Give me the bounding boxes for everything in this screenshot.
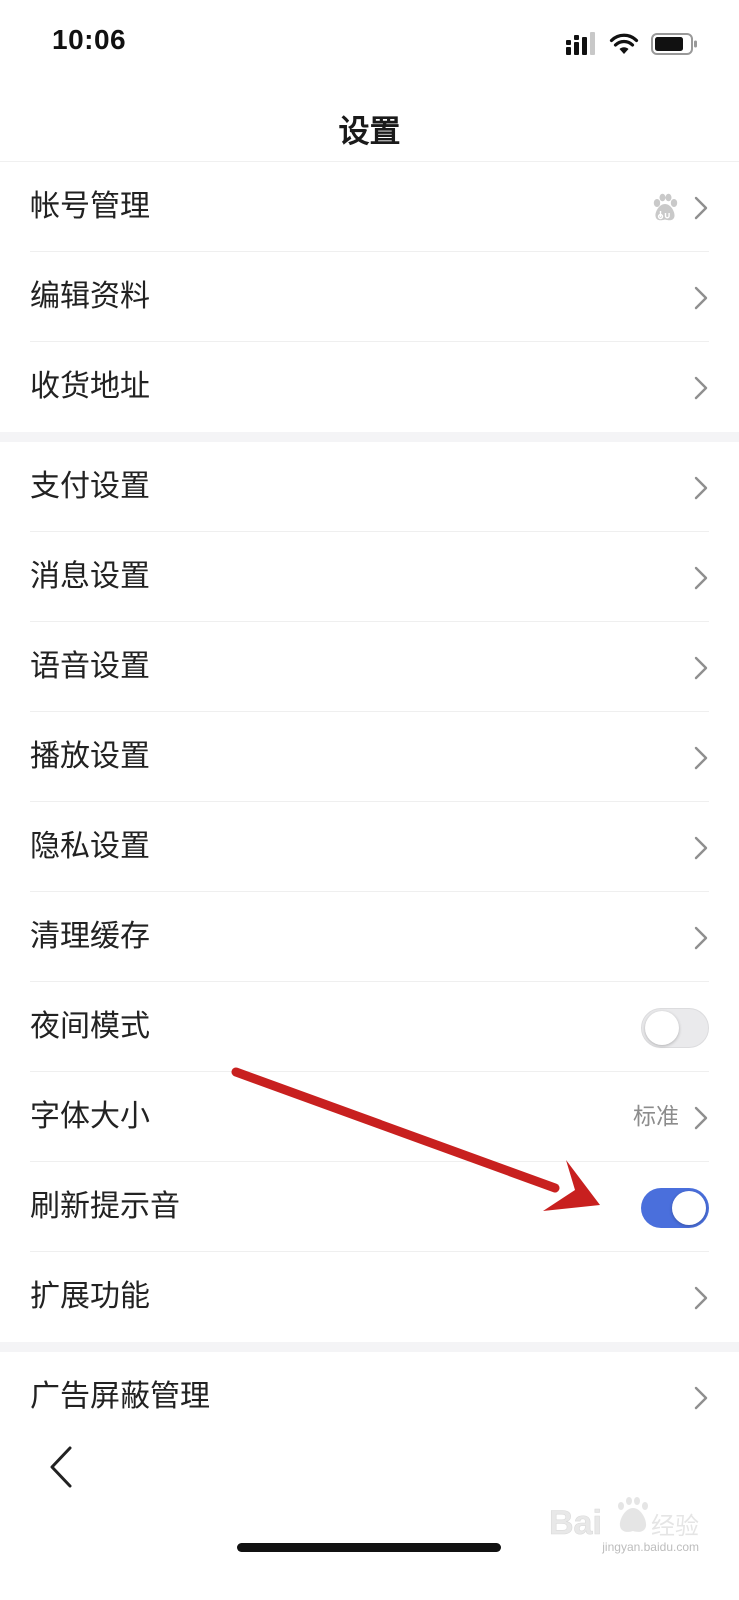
svg-text:经验: 经验 xyxy=(651,1512,699,1540)
chevron-right-icon xyxy=(694,836,708,860)
toggle-knob xyxy=(672,1191,706,1225)
row-label: 消息设置 xyxy=(30,559,150,594)
row-label: 字体大小 xyxy=(30,1099,150,1134)
row-label: 帐号管理 xyxy=(30,189,150,224)
chevron-right-icon xyxy=(694,1386,708,1410)
settings-row-payment[interactable]: 支付设置 xyxy=(0,442,739,532)
chevron-right-icon xyxy=(694,196,708,220)
settings-row-privacy[interactable]: 隐私设置 xyxy=(0,802,739,892)
chevron-right-icon xyxy=(694,1286,708,1310)
chevron-right-icon xyxy=(694,926,708,950)
status-bar: 10:06 xyxy=(0,0,739,90)
wifi-icon xyxy=(609,33,639,54)
refresh-sound-toggle[interactable] xyxy=(641,1188,709,1228)
status-time: 10:06 xyxy=(52,24,127,55)
battery-icon xyxy=(651,33,697,55)
cellular-signal-icon xyxy=(566,32,595,55)
settings-screen: 10:06 设置 帐号管理 编辑资料 收货地址 支付设置 消息设置 语音设置 播… xyxy=(0,0,739,1600)
row-label: 播放设置 xyxy=(30,739,150,774)
nav-bar: 设置 xyxy=(0,90,739,162)
settings-row-font-size[interactable]: 字体大小 标准 xyxy=(0,1072,739,1162)
chevron-right-icon xyxy=(694,566,708,590)
watermark-url: jingyan.baidu.com xyxy=(602,1540,699,1554)
row-label: 夜间模式 xyxy=(30,1009,150,1044)
row-label: 清理缓存 xyxy=(30,919,150,954)
status-icons xyxy=(565,30,699,58)
settings-row-voice[interactable]: 语音设置 xyxy=(0,622,739,712)
settings-group-account: 帐号管理 编辑资料 收货地址 xyxy=(0,162,739,432)
settings-group-general: 支付设置 消息设置 语音设置 播放设置 隐私设置 清理缓存 夜间模式 字体大小 … xyxy=(0,442,739,1342)
settings-row-night-mode: 夜间模式 xyxy=(0,982,739,1072)
row-label: 扩展功能 xyxy=(30,1279,150,1314)
row-label: 刷新提示音 xyxy=(30,1189,180,1224)
night-mode-toggle[interactable] xyxy=(641,1008,709,1048)
toggle-knob xyxy=(645,1011,679,1045)
settings-row-account-management[interactable]: 帐号管理 xyxy=(0,162,739,252)
settings-row-refresh-sound: 刷新提示音 xyxy=(0,1162,739,1252)
settings-row-extensions[interactable]: 扩展功能 xyxy=(0,1252,739,1342)
group-separator xyxy=(0,432,739,442)
chevron-right-icon xyxy=(694,656,708,680)
group-separator xyxy=(0,1342,739,1352)
font-size-value: 标准 xyxy=(633,1104,679,1130)
row-label: 收货地址 xyxy=(30,369,150,404)
chevron-right-icon xyxy=(694,1106,708,1130)
settings-row-clear-cache[interactable]: 清理缓存 xyxy=(0,892,739,982)
row-label: 支付设置 xyxy=(30,469,150,504)
home-indicator xyxy=(237,1543,501,1552)
chevron-right-icon xyxy=(694,376,708,400)
settings-row-edit-profile[interactable]: 编辑资料 xyxy=(0,252,739,342)
row-label: 编辑资料 xyxy=(30,279,150,314)
page-title: 设置 xyxy=(338,114,401,150)
chevron-right-icon xyxy=(694,476,708,500)
chevron-left-icon[interactable] xyxy=(40,1442,84,1492)
chevron-right-icon xyxy=(694,286,708,310)
baidu-paw-icon xyxy=(653,193,678,221)
settings-row-messages[interactable]: 消息设置 xyxy=(0,532,739,622)
chevron-right-icon xyxy=(694,746,708,770)
row-label: 隐私设置 xyxy=(30,829,150,864)
settings-row-playback[interactable]: 播放设置 xyxy=(0,712,739,802)
svg-text:Bai: Bai xyxy=(549,1504,602,1542)
settings-row-shipping-address[interactable]: 收货地址 xyxy=(0,342,739,432)
row-label: 语音设置 xyxy=(30,649,150,684)
